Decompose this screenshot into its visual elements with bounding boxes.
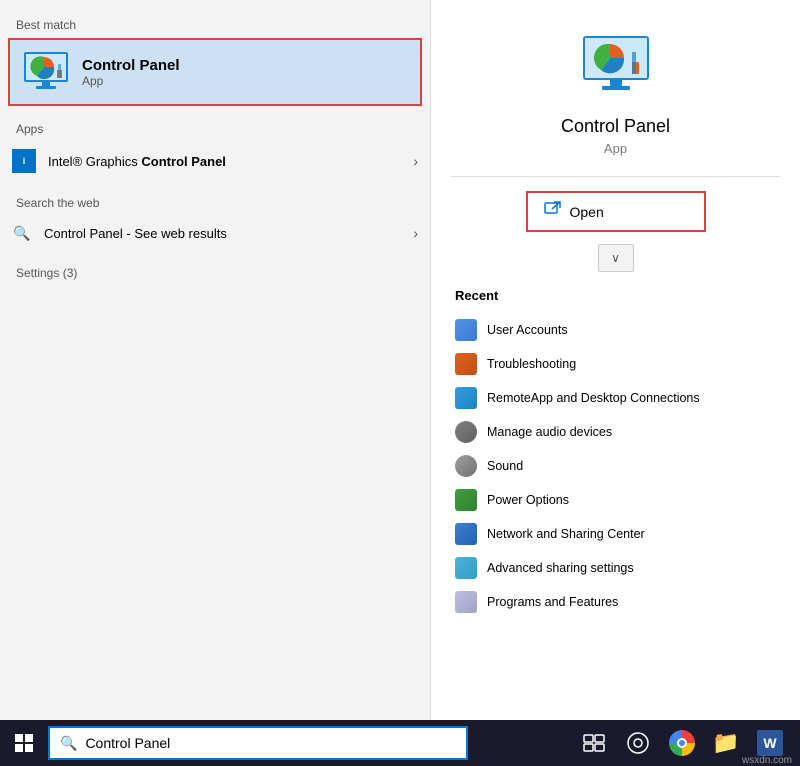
taskbar-search-bar[interactable]: 🔍 Control Panel [48, 726, 468, 760]
sound-icon [455, 455, 477, 477]
apps-label: Apps [0, 114, 430, 140]
recent-item-user-accounts[interactable]: User Accounts [451, 313, 780, 347]
watermark: wsxdn.com [742, 755, 792, 766]
settings-section: Settings (3) [0, 258, 430, 284]
remoteapp-icon [455, 387, 477, 409]
web-search-icon: 🔍 [12, 223, 32, 243]
open-label: Open [570, 204, 604, 220]
open-icon [544, 201, 562, 222]
chrome-inner-circle [677, 738, 687, 748]
audio-icon [455, 421, 477, 443]
recent-item-sharing[interactable]: Advanced sharing settings [451, 551, 780, 585]
best-match-item[interactable]: Control Panel App [8, 38, 422, 106]
recent-item-name: Manage audio devices [487, 425, 612, 439]
recent-item-name: Programs and Features [487, 595, 618, 609]
recent-item-name: Sound [487, 459, 523, 473]
recent-item-name: RemoteApp and Desktop Connections [487, 391, 700, 405]
search-web-query: Control Panel [44, 226, 123, 241]
network-icon [455, 523, 477, 545]
task-view-button[interactable] [576, 725, 612, 761]
recent-item-troubleshooting[interactable]: Troubleshooting [451, 347, 780, 381]
intel-graphics-item[interactable]: i Intel® Graphics Control Panel › [0, 140, 430, 182]
left-panel: Best match [0, 0, 430, 720]
recent-item-audio[interactable]: Manage audio devices [451, 415, 780, 449]
folder-icon: 📁 [712, 730, 739, 756]
best-match-label: Best match [0, 10, 430, 36]
taskbar-search-icon: 🔍 [60, 735, 77, 752]
apps-section: Apps i Intel® Graphics Control Panel › [0, 114, 430, 182]
file-explorer-button[interactable]: 📁 [708, 725, 744, 761]
recent-item-name: Network and Sharing Center [487, 527, 645, 541]
sharing-icon [455, 557, 477, 579]
recent-item-name: Power Options [487, 493, 569, 507]
recent-section: Recent User Accounts Troubleshooting Rem… [451, 288, 780, 619]
recent-item-name: Advanced sharing settings [487, 561, 634, 575]
intel-app-arrow: › [413, 153, 418, 169]
chrome-icon [669, 730, 695, 756]
cortana-button[interactable] [620, 725, 656, 761]
recent-item-power[interactable]: Power Options [451, 483, 780, 517]
search-web-item[interactable]: 🔍 Control Panel - See web results › [0, 214, 430, 252]
word-icon: W [757, 730, 783, 756]
settings-label: Settings (3) [0, 258, 430, 284]
search-web-section: Search the web 🔍 Control Panel - See web… [0, 188, 430, 252]
intel-app-name: Intel® Graphics Control Panel [48, 154, 413, 169]
best-match-title: Control Panel [82, 57, 180, 74]
recent-item-programs[interactable]: Programs and Features [451, 585, 780, 619]
taskbar-search-text: Control Panel [85, 735, 170, 751]
open-button[interactable]: Open [526, 191, 706, 232]
troubleshooting-icon [455, 353, 477, 375]
chrome-taskbar-icon[interactable] [664, 725, 700, 761]
user-accounts-icon [455, 319, 477, 341]
recent-item-network[interactable]: Network and Sharing Center [451, 517, 780, 551]
right-app-type: App [604, 141, 627, 156]
expand-button[interactable]: ∨ [598, 244, 634, 272]
right-app-title: Control Panel [561, 116, 670, 137]
control-panel-icon [22, 48, 70, 96]
right-divider [451, 176, 780, 177]
recent-item-name: Troubleshooting [487, 357, 576, 371]
best-match-subtitle: App [82, 74, 180, 88]
search-web-suffix: - See web results [123, 226, 227, 241]
expand-chevron-icon: ∨ [611, 251, 620, 265]
recent-label: Recent [451, 288, 780, 303]
recent-item-sound[interactable]: Sound [451, 449, 780, 483]
best-match-text: Control Panel App [82, 57, 180, 88]
right-panel: Control Panel App Open ∨ Recent [430, 0, 800, 720]
search-web-label: Search the web [0, 188, 430, 214]
intel-graphics-icon: i [12, 149, 36, 173]
taskbar: 🔍 Control Panel [0, 720, 800, 766]
windows-logo-icon [15, 734, 33, 752]
recent-item-remoteapp[interactable]: RemoteApp and Desktop Connections [451, 381, 780, 415]
programs-icon [455, 591, 477, 613]
start-button[interactable] [4, 723, 44, 763]
search-web-arrow: › [413, 225, 418, 241]
recent-item-name: User Accounts [487, 323, 568, 337]
right-control-panel-icon [580, 30, 652, 102]
power-icon [455, 489, 477, 511]
search-web-text: Control Panel - See web results [44, 226, 413, 241]
